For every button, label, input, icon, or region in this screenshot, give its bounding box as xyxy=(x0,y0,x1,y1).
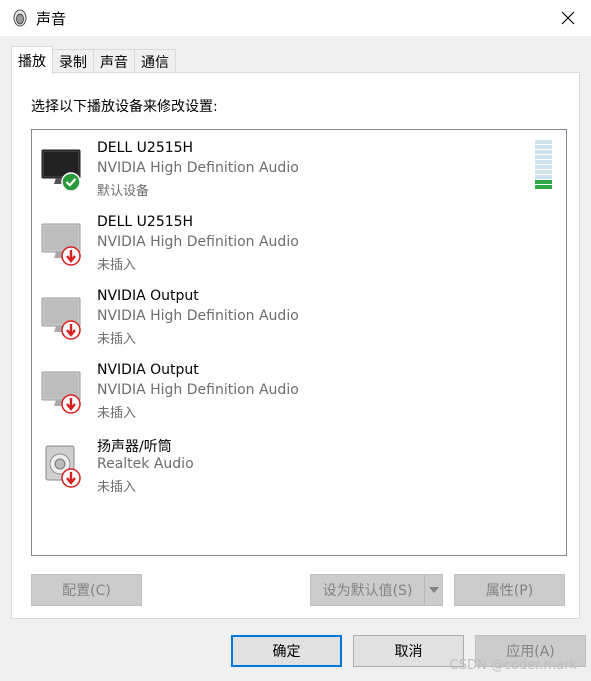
meter-segment xyxy=(535,175,552,179)
close-button[interactable] xyxy=(545,0,591,36)
device-status: 默认设备 xyxy=(97,184,150,199)
device-status: 未插入 xyxy=(97,332,137,347)
device-status: 未插入 xyxy=(97,258,137,273)
monitor-icon xyxy=(41,149,81,192)
tab-sounds[interactable]: 声音 xyxy=(93,49,135,74)
watermark: CSDN @coder.mark xyxy=(449,658,577,673)
level-meter xyxy=(535,140,552,190)
meter-segment xyxy=(535,140,552,144)
device-status: 未插入 xyxy=(97,480,137,495)
meter-segment xyxy=(535,165,552,169)
instruction-label: 选择以下播放设备来修改设置: xyxy=(31,99,218,115)
device-driver: Realtek Audio xyxy=(97,456,194,472)
ok-button[interactable]: 确定 xyxy=(231,635,342,667)
meter-segment xyxy=(535,170,552,174)
meter-segment xyxy=(535,145,552,149)
device-name: 扬声器/听筒 xyxy=(97,439,172,455)
device-item[interactable]: DELL U2515H NVIDIA High Definition Audio… xyxy=(32,130,566,204)
set-default-button[interactable]: 设为默认值(S) xyxy=(310,574,443,606)
device-item[interactable]: DELL U2515H NVIDIA High Definition Audio… xyxy=(32,204,566,278)
speaker-device-icon xyxy=(45,445,81,488)
monitor-icon xyxy=(41,371,81,414)
device-item[interactable]: NVIDIA Output NVIDIA High Definition Aud… xyxy=(32,278,566,352)
cancel-button[interactable]: 取消 xyxy=(353,635,464,667)
meter-segment xyxy=(535,160,552,164)
chevron-down-icon xyxy=(428,587,439,593)
meter-segment-active xyxy=(535,185,552,189)
device-name: DELL U2515H xyxy=(97,140,194,156)
meter-segment xyxy=(535,155,552,159)
check-badge-icon xyxy=(61,172,81,192)
tab-strip: 播放 录制 声音 通信 xyxy=(11,46,176,74)
window-title: 声音 xyxy=(36,10,67,28)
monitor-icon xyxy=(41,297,81,340)
device-driver: NVIDIA High Definition Audio xyxy=(97,160,299,176)
meter-segment xyxy=(535,150,552,154)
speaker-icon xyxy=(13,9,27,27)
meter-segment-active xyxy=(535,180,552,184)
device-driver: NVIDIA High Definition Audio xyxy=(97,308,299,324)
device-driver: NVIDIA High Definition Audio xyxy=(97,234,299,250)
device-item[interactable]: NVIDIA Output NVIDIA High Definition Aud… xyxy=(32,352,566,426)
device-item[interactable]: 扬声器/听筒 Realtek Audio 未插入 xyxy=(32,426,566,500)
title-bar: 声音 xyxy=(0,0,591,36)
tab-recording[interactable]: 录制 xyxy=(52,49,94,74)
playback-panel: 选择以下播放设备来修改设置: DELL U2515H NVIDIA High D… xyxy=(11,72,580,619)
device-name: NVIDIA Output xyxy=(97,362,199,378)
tab-communications[interactable]: 通信 xyxy=(134,49,176,74)
configure-button[interactable]: 配置(C) xyxy=(31,574,142,606)
device-list[interactable]: DELL U2515H NVIDIA High Definition Audio… xyxy=(31,129,567,556)
monitor-icon xyxy=(41,223,81,266)
device-status: 未插入 xyxy=(97,406,137,421)
set-default-dropdown[interactable] xyxy=(424,575,442,605)
properties-button[interactable]: 属性(P) xyxy=(454,574,565,606)
set-default-label: 设为默认值(S) xyxy=(322,583,413,599)
device-driver: NVIDIA High Definition Audio xyxy=(97,382,299,398)
device-name: NVIDIA Output xyxy=(97,288,199,304)
close-icon xyxy=(561,11,575,25)
device-name: DELL U2515H xyxy=(97,214,194,230)
tab-playback[interactable]: 播放 xyxy=(11,46,53,74)
